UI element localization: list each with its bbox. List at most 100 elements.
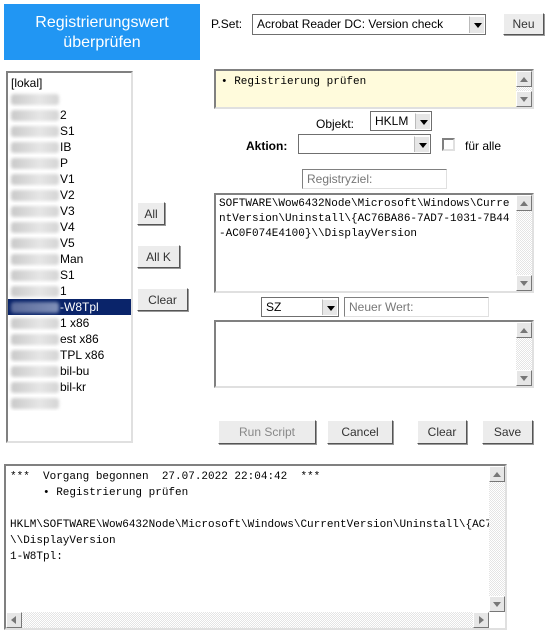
redacted-text [11, 254, 59, 266]
registry-path-text: SOFTWARE\Wow6432Node\Microsoft\Windows\C… [219, 198, 510, 240]
redacted-text [11, 110, 59, 122]
redacted-text [11, 350, 59, 362]
chevron-down-icon[interactable] [322, 299, 337, 315]
server-list-item[interactable]: Man [8, 251, 131, 267]
task-text: • Registrierung prüfen [221, 76, 367, 88]
server-list-item[interactable]: TPL x86 [8, 347, 131, 363]
server-list-item[interactable]: V5 [8, 235, 131, 251]
all-button[interactable]: All [137, 202, 165, 225]
run-script-button[interactable]: Run Script [218, 420, 316, 444]
server-list-item[interactable]: [lokal] [8, 75, 131, 91]
server-list-item-label: V1 [60, 172, 75, 186]
scroll-up-icon[interactable] [516, 195, 532, 211]
server-list-item-label: V4 [60, 220, 75, 234]
aktion-select[interactable] [298, 134, 431, 154]
server-list-item[interactable]: IB [8, 139, 131, 155]
server-list-item-label: bil-kr [60, 380, 86, 394]
task-textarea[interactable]: • Registrierung prüfen [214, 69, 534, 109]
server-list-items: [lokal] 2 S1 IB P V1 V2 V3 V4 V5 Man S1 1 -W8Tpl 1 x86… [8, 73, 131, 411]
scroll-right-icon[interactable] [473, 612, 489, 628]
aktion-label: Aktion: [246, 139, 288, 153]
objekt-select[interactable]: HKLM [370, 111, 432, 131]
log-line: *** Vorgang begonnen 27.07.2022 22:04:42… [10, 471, 321, 483]
server-list-item-label: IB [60, 140, 72, 154]
server-list-item-label: S1 [60, 268, 75, 282]
title-line-2: überprüfen [63, 34, 141, 51]
new-pset-button[interactable]: Neu [503, 13, 544, 35]
server-list-item[interactable] [8, 395, 131, 411]
value-type-select[interactable]: SZ [261, 297, 339, 317]
cancel-button[interactable]: Cancel [327, 420, 393, 444]
path-scrollbar[interactable] [516, 195, 532, 291]
scroll-up-icon[interactable] [489, 466, 505, 482]
redacted-text [11, 318, 59, 330]
new-value-textarea[interactable] [214, 320, 534, 388]
chevron-down-icon[interactable] [415, 113, 430, 129]
server-list-item[interactable]: V1 [8, 171, 131, 187]
chevron-down-icon[interactable] [469, 16, 484, 33]
scroll-left-icon[interactable] [6, 612, 22, 628]
title-line-1: Registrierungswert [35, 14, 169, 31]
redacted-text [11, 206, 59, 218]
log-line: HKLM\SOFTWARE\Wow6432Node\Microsoft\Wind… [10, 519, 505, 531]
log-output[interactable]: *** Vorgang begonnen 27.07.2022 22:04:42… [4, 464, 507, 630]
fuer-alle-checkbox[interactable] [442, 138, 455, 151]
redacted-text [11, 302, 59, 314]
pset-selected-value: Acrobat Reader DC: Version check [257, 17, 444, 31]
server-list-item-label: V5 [60, 236, 75, 250]
server-list-item[interactable]: est x86 [8, 331, 131, 347]
server-list-item[interactable]: S1 [8, 123, 131, 139]
scroll-down-icon[interactable] [516, 275, 532, 291]
value-type-value: SZ [266, 300, 282, 314]
server-list-item[interactable]: 1 x86 [8, 315, 131, 331]
log-vscrollbar[interactable] [489, 466, 505, 612]
registryziel-label-field: Registryziel: [302, 169, 447, 189]
server-list-item-label: S1 [60, 124, 75, 138]
redacted-text [11, 334, 59, 346]
server-list-item[interactable]: 2 [8, 107, 131, 123]
redacted-text [11, 190, 59, 202]
log-line: \\DisplayVersion [10, 535, 116, 547]
server-list-item[interactable]: P [8, 155, 131, 171]
server-list-item[interactable]: 1 [8, 283, 131, 299]
server-list-item[interactable]: -W8Tpl [8, 299, 131, 315]
chevron-down-icon[interactable] [414, 136, 429, 152]
server-list-item-label: 1 [60, 284, 67, 298]
scroll-up-icon[interactable] [516, 322, 532, 338]
objekt-value: HKLM [375, 114, 409, 128]
server-list-item-label: 1 x86 [60, 316, 90, 330]
scroll-up-icon[interactable] [516, 71, 532, 87]
redacted-text [11, 142, 59, 154]
log-line: • Registrierung prüfen [10, 487, 189, 499]
scroll-down-icon[interactable] [516, 370, 532, 386]
server-list-item-label: V2 [60, 188, 75, 202]
clear-button[interactable]: Clear [417, 420, 467, 444]
new-value-scrollbar[interactable] [516, 322, 532, 386]
server-list-item[interactable] [8, 91, 131, 107]
server-list-item[interactable]: bil-bu [8, 363, 131, 379]
fuer-alle-label: für alle [465, 139, 502, 153]
redacted-text [11, 270, 59, 282]
redacted-text [11, 398, 59, 410]
server-list-item-label: bil-bu [60, 364, 90, 378]
clear-servers-button[interactable]: Clear [137, 288, 188, 311]
pset-select[interactable]: Acrobat Reader DC: Version check [252, 14, 486, 35]
registry-path-textarea[interactable]: SOFTWARE\Wow6432Node\Microsoft\Windows\C… [214, 193, 534, 293]
scroll-down-icon[interactable] [516, 91, 532, 107]
server-list-item[interactable]: V4 [8, 219, 131, 235]
task-scrollbar[interactable] [516, 71, 532, 107]
redacted-text [11, 238, 59, 250]
redacted-text [11, 286, 59, 298]
server-list-item[interactable]: S1 [8, 267, 131, 283]
server-list-item-label: est x86 [60, 332, 99, 346]
server-list[interactable]: [lokal] 2 S1 IB P V1 V2 V3 V4 V5 Man S1 1 -W8Tpl 1 x86… [6, 71, 133, 443]
server-list-item-label: P [60, 156, 69, 170]
log-hscrollbar[interactable] [6, 612, 489, 628]
all-k-button[interactable]: All K [137, 245, 180, 268]
scroll-down-icon[interactable] [489, 596, 505, 612]
save-button[interactable]: Save [482, 420, 533, 444]
server-list-item[interactable]: V3 [8, 203, 131, 219]
server-list-item[interactable]: bil-kr [8, 379, 131, 395]
server-list-item[interactable]: V2 [8, 187, 131, 203]
